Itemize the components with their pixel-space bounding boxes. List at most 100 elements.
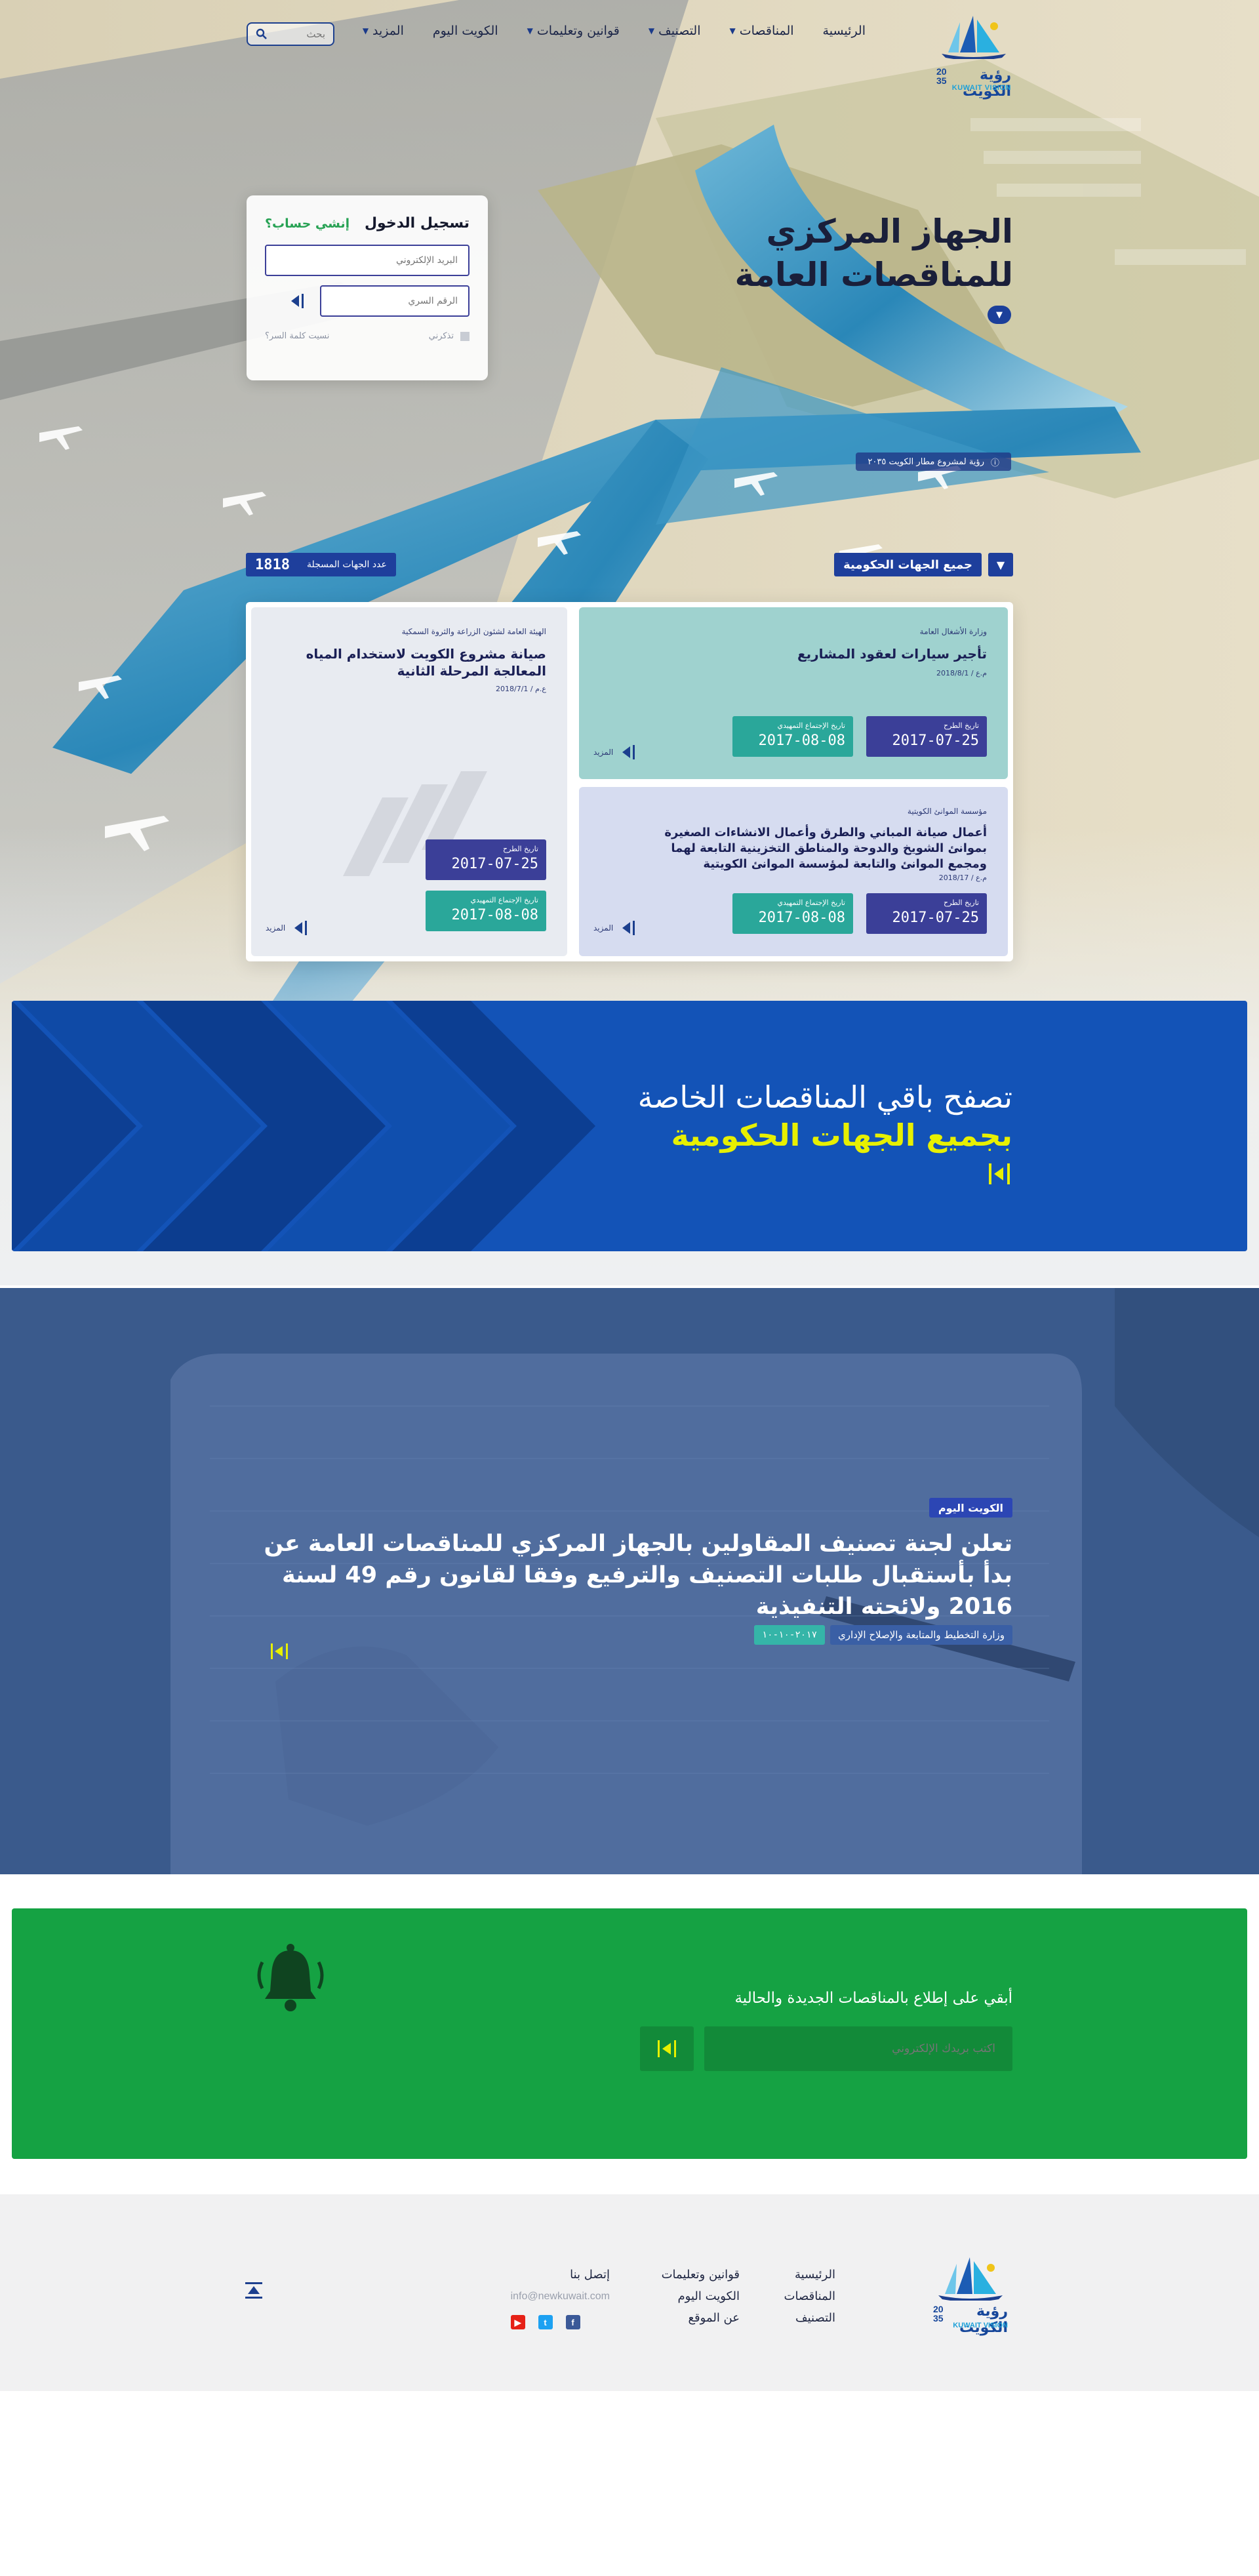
registered-count: 1818 [255, 556, 290, 573]
caret-down-icon: ▼ [729, 26, 736, 35]
arrow-left-icon [620, 918, 637, 938]
arrow-left-icon [620, 742, 637, 762]
footer-links-col2: قوانين وتعليمات الكويت اليوم عن الموقع [662, 2264, 740, 2329]
logo-year: 20 35 [933, 2304, 944, 2323]
offer-date-label: تاريخ الطرح [944, 721, 979, 730]
registered-label: عدد الجهات المسجلة [306, 559, 387, 570]
more-label: المزيد [266, 923, 286, 933]
subscribe-section: أبقي على إطلاع بالمناقصات الجديدة والحال… [12, 1908, 1247, 2159]
registered-entities-counter: عدد الجهات المسجلة 1818 [246, 553, 396, 576]
news-read-more-button[interactable] [269, 1641, 290, 1662]
signup-link[interactable]: إنشي حساب؟ [265, 216, 350, 231]
hero-caption-text: رؤية لمشروع مطار الكويت ٢٠٣٥ [868, 456, 984, 467]
arrow-left-icon [658, 2040, 676, 2057]
login-submit-button[interactable] [289, 292, 306, 310]
arrow-up-icon [245, 2282, 262, 2299]
nav-item-home[interactable]: الرئيسية [823, 24, 866, 38]
remember-me-checkbox[interactable]: تذكرني [429, 331, 470, 341]
news-headline[interactable]: تعلن لجنة تصنيف المقاولين بالجهاز المركز… [252, 1528, 1012, 1622]
footer-link-about[interactable]: عن الموقع [662, 2307, 740, 2329]
back-to-top-button[interactable] [243, 2280, 265, 2302]
logo-year: 20 35 [936, 67, 947, 85]
logo-english-text: KUWAIT VISION [953, 2322, 1008, 2329]
kuwait-vision-logo[interactable]: رؤية الكويت 20 35 KUWAIT VISION [931, 13, 1016, 100]
browse-go-button[interactable] [986, 1161, 1012, 1187]
login-box: تسجيل الدخول إنشي حساب؟ تذكرني نسيت كلمة… [247, 195, 488, 380]
tender-ref: م.ع / 2018/17 [938, 874, 987, 882]
password-field[interactable] [320, 285, 470, 317]
footer-link-home[interactable]: الرئيسية [784, 2264, 835, 2285]
nav-item-label: التصنيف [658, 24, 701, 38]
forgot-password-link[interactable]: نسيت كلمة السر؟ [265, 331, 329, 341]
meeting-date-box: تاريخ الإجتماع التمهيدي 2017-08-08 [426, 891, 546, 931]
tender-ref: م.ع / 2018/8/1 [936, 669, 987, 677]
nav-item-more[interactable]: المزيد ▼ [363, 24, 404, 38]
tender-card[interactable]: مؤسسة الموانئ الكويتية أعمال صيانة المبا… [579, 787, 1008, 956]
meeting-date-value: 2017-08-08 [758, 910, 845, 926]
dropdown-arrow-icon[interactable]: ▼ [988, 553, 1013, 576]
tender-title: تأجير سيارات لعقود المشاريع [797, 646, 987, 662]
offer-date-box: تاريخ الطرح 2017-07-25 [866, 716, 987, 757]
footer-logo[interactable]: رؤية الكويت 20 35 KUWAIT VISION [928, 2255, 1013, 2336]
twitter-icon[interactable]: t [538, 2315, 553, 2329]
tender-title: أعمال صيانة المباني والطرق وأعمال الانشا… [664, 826, 987, 871]
footer-link-laws[interactable]: قوانين وتعليمات [662, 2264, 740, 2285]
offer-date-value: 2017-07-25 [892, 910, 979, 926]
tender-card[interactable]: الهيئة العامة لشئون الزراعة والثروة السم… [251, 607, 567, 956]
meeting-date-box: تاريخ الإجتماع التمهيدي 2017-08-08 [732, 716, 853, 757]
more-link[interactable]: المزيد [593, 742, 637, 762]
offer-date-label: تاريخ الطرح [944, 898, 979, 907]
more-label: المزيد [593, 923, 614, 933]
hero-title-line1: الجهاز المركزي [766, 212, 1013, 251]
checkbox-box [460, 331, 470, 341]
meeting-date-label: تاريخ الإجتماع التمهيدي [777, 721, 845, 730]
email-field[interactable] [265, 245, 470, 276]
tenders-panel: وزارة الأشغال العامة تأجير سيارات لعقود … [246, 602, 1013, 961]
arrow-left-icon [989, 1163, 1010, 1184]
nav-item-laws[interactable]: قوانين وتعليمات ▼ [527, 24, 620, 38]
search-box [247, 22, 334, 46]
caret-down-icon: ▼ [527, 26, 533, 35]
news-category-tag[interactable]: الكويت اليوم [929, 1498, 1012, 1518]
nav-item-label: قوانين وتعليمات [536, 24, 620, 38]
footer-contact: إتصل بنا info@newkuwait.com f t ▶ [510, 2264, 610, 2329]
subscribe-email-field[interactable] [704, 2026, 1012, 2071]
browse-all-tenders-banner[interactable]: تصفح باقي المناقصات الخاصة بجميع الجهات … [12, 1001, 1247, 1251]
offer-date-box: تاريخ الطرح 2017-07-25 [866, 893, 987, 934]
nav-item-label: المناقصات [739, 24, 794, 38]
filter-label: جميع الجهات الحكومية [834, 553, 982, 576]
tender-card[interactable]: وزارة الأشغال العامة تأجير سيارات لعقود … [579, 607, 1008, 779]
tender-ref: ع.م / 2018/7/1 [496, 685, 546, 693]
arrow-left-icon [292, 918, 309, 938]
more-link[interactable]: المزيد [593, 918, 637, 938]
footer-link-kuwait-today[interactable]: الكويت اليوم [662, 2285, 740, 2307]
nav-item-classification[interactable]: التصنيف ▼ [649, 24, 701, 38]
subscribe-button[interactable] [640, 2026, 694, 2071]
offer-date-box: تاريخ الطرح 2017-07-25 [426, 839, 546, 880]
tender-org: مؤسسة الموانئ الكويتية [907, 807, 987, 816]
more-link[interactable]: المزيد [266, 918, 309, 938]
subscribe-title: أبقي على إطلاع بالمناقصات الجديدة والحال… [734, 1990, 1012, 2007]
offer-date-value: 2017-07-25 [892, 733, 979, 749]
tender-org: وزارة الأشغال العامة [919, 627, 987, 636]
search-input[interactable] [273, 28, 325, 40]
news-meta: وزارة التخطيط والمتابعة والإصلاح الإداري… [753, 1625, 1012, 1645]
nav-item-label: الكويت اليوم [432, 24, 498, 38]
search-icon[interactable] [256, 28, 268, 40]
footer: رؤية الكويت 20 35 KUWAIT VISION الرئيسية … [0, 2194, 1259, 2391]
contact-email[interactable]: info@newkuwait.com [511, 2285, 610, 2307]
youtube-icon[interactable]: ▶ [510, 2315, 525, 2329]
government-entity-filter[interactable]: ▼ جميع الجهات الحكومية [834, 553, 1013, 576]
more-label: المزيد [593, 748, 614, 757]
footer-links-col1: الرئيسية المناقصات التصنيف [784, 2264, 835, 2329]
nav-item-label: المزيد [372, 24, 404, 38]
scroll-down-button[interactable]: ▼ [988, 306, 1011, 324]
chevron-pattern [12, 1001, 595, 1251]
footer-link-classification[interactable]: التصنيف [784, 2307, 835, 2329]
facebook-icon[interactable]: f [565, 2315, 580, 2329]
nav-item-tenders[interactable]: المناقصات ▼ [730, 24, 794, 38]
logo-english-text: KUWAIT VISION [951, 84, 1011, 92]
nav-item-kuwait-today[interactable]: الكويت اليوم [433, 24, 498, 38]
footer-link-tenders[interactable]: المناقصات [784, 2285, 835, 2307]
tender-title: صيانة مشروع الكويت لاستخدام المياه المعا… [306, 646, 546, 679]
